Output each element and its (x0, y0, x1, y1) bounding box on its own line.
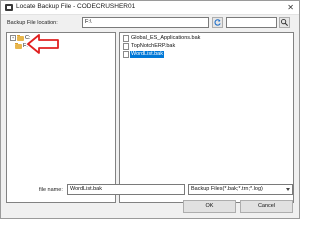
file-name: Global_ES_Applications.bak (131, 35, 201, 41)
file-item[interactable]: Global_ES_Applications.bak (123, 35, 201, 42)
locate-backup-file-dialog: Locate Backup File - CODECRUSHER01 ✕ Bac… (0, 0, 300, 219)
app-icon (5, 4, 13, 11)
search-icon (280, 18, 289, 27)
search-input[interactable] (226, 17, 277, 28)
backup-location-input[interactable]: F:\ (82, 17, 209, 28)
expand-icon[interactable]: + (10, 35, 16, 41)
file-list-pane[interactable]: Global_ES_Applications.bak TopNotchERP.b… (119, 32, 294, 203)
title-bar: Locate Backup File - CODECRUSHER01 ✕ (1, 1, 299, 15)
folder-icon (15, 43, 22, 49)
search-button[interactable] (279, 17, 290, 28)
file-item[interactable]: TopNotchERP.bak (123, 43, 176, 50)
window-title: Locate Backup File - CODECRUSHER01 (16, 3, 136, 10)
file-name: WordList.bak (130, 51, 164, 58)
red-arrow-annotation (27, 34, 59, 54)
backup-location-label: Backup File location: (7, 20, 58, 26)
file-name-input[interactable]: WordList.bak (67, 184, 185, 195)
refresh-icon (214, 19, 221, 26)
folder-tree-pane[interactable]: + C: F: (6, 32, 116, 203)
ok-button[interactable]: OK (183, 200, 236, 213)
chevron-down-icon (286, 188, 290, 191)
file-type-select[interactable]: Backup Files(*.bak;*.trn;*.log) (188, 184, 293, 195)
file-item-selected[interactable]: WordList.bak (123, 51, 164, 58)
refresh-button[interactable] (212, 17, 223, 28)
file-type-value: Backup Files(*.bak;*.trn;*.log) (191, 186, 263, 192)
folder-icon (17, 35, 24, 41)
cancel-button[interactable]: Cancel (240, 200, 293, 213)
file-icon (123, 35, 129, 42)
file-icon (123, 51, 129, 58)
close-icon[interactable]: ✕ (287, 2, 294, 13)
file-name: TopNotchERP.bak (131, 43, 176, 49)
file-icon (123, 43, 129, 50)
file-name-label: file name: (39, 187, 63, 193)
